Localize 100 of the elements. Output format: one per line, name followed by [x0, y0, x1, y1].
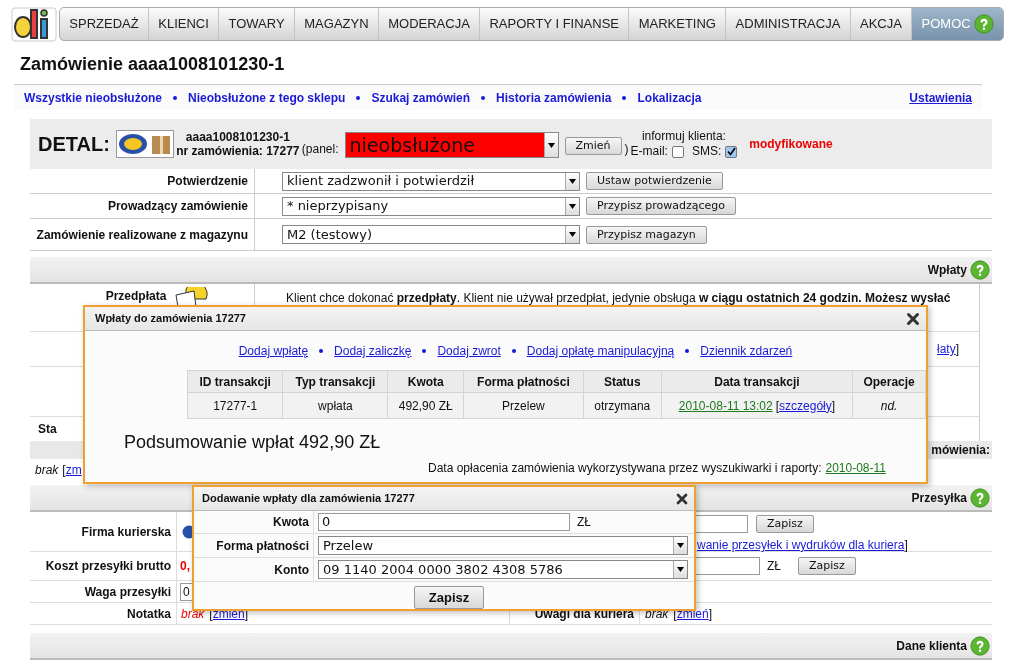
order-number: nr zamówienia: 17277 — [176, 144, 300, 158]
caret-icon — [543, 133, 558, 157]
field-label: Forma płatności — [216, 537, 309, 555]
action-link[interactable]: Dziennik zdarzeń — [700, 342, 793, 360]
nav-item[interactable]: TOWARY — [218, 7, 294, 40]
bracket-text: [ — [62, 462, 66, 479]
row-button[interactable]: Przypisz magazyn — [586, 225, 707, 244]
row-label: Potwierdzenie — [167, 174, 248, 188]
help-icon[interactable] — [970, 259, 990, 280]
section-title: Dane klienta — [896, 637, 967, 655]
date-link[interactable]: 2010-08-11 13:02 — [678, 396, 773, 415]
account-select[interactable]: 09 1140 2004 0000 3802 4308 5786 — [318, 560, 688, 579]
save-button[interactable]: Zapisz — [756, 515, 814, 533]
section-title: Przesyłka — [911, 489, 967, 507]
nav-item[interactable]: ADMINISTRACJA — [725, 7, 850, 40]
row-select[interactable]: klient zadzwonił i potwierdził — [282, 171, 580, 191]
currency-label: ZŁ — [577, 514, 591, 531]
notify-label: informuj klienta: — [641, 129, 726, 144]
sms-checkbox[interactable] — [725, 145, 738, 158]
sms-label: SMS: — [691, 144, 722, 159]
cost-value: 0, — [180, 558, 190, 575]
column-header: Operacje — [852, 370, 926, 393]
column-header: Typ transakcji — [282, 370, 388, 393]
save-button[interactable]: Zapisz — [798, 557, 856, 575]
nav-link[interactable]: Lokalizacja — [637, 88, 702, 107]
table-cell: otrzymana — [583, 392, 662, 419]
payment-method-select[interactable]: Przelew — [318, 536, 688, 555]
nav-item[interactable]: MODERACJA — [377, 7, 480, 40]
bracket-text: ] — [955, 341, 959, 358]
amount-field[interactable]: 0 — [318, 513, 570, 531]
action-link[interactable]: Dodaj opłatę manipulacyjną — [526, 342, 675, 360]
help-icon[interactable] — [970, 487, 990, 508]
caret-icon — [673, 561, 687, 578]
row-button[interactable]: Przypisz prowadzącego — [586, 197, 737, 215]
submit-button[interactable]: Zapisz — [413, 586, 485, 609]
currency-label: ZŁ — [767, 558, 781, 575]
prepayment-text: Klient chce dokonać przedpłaty. Klient nie używał przedpłat, jedynie obsługa w ciągu ostatnich 24 godzin. Możesz wysłać — [286, 291, 951, 305]
payment-date-note: Data opłacenia zamówienia wykorzystywana przez wyszukiwarki i raporty: — [428, 460, 822, 477]
order-code: aaaa1008101230-1 — [185, 130, 290, 144]
nav-item[interactable]: RAPORTY I FINANSE — [479, 7, 629, 40]
caret-icon — [565, 226, 579, 243]
link-fragment[interactable]: łaty — [936, 340, 956, 358]
detail-label: DETAL: — [38, 132, 110, 157]
help-icon[interactable] — [973, 13, 994, 34]
row-label: Waga przesyłki — [84, 583, 171, 601]
nav-item[interactable]: SPRZEDAŻ — [60, 7, 148, 40]
panel-select[interactable]: nieobsłużone — [344, 132, 559, 158]
table-cell: 492,90 ZŁ — [387, 392, 464, 419]
action-link[interactable]: Dodaj zwrot — [437, 342, 501, 360]
nav-item[interactable]: KLIENCI — [148, 7, 219, 40]
caret-icon — [565, 197, 579, 215]
payment-date-link[interactable]: 2010-08-11 — [825, 459, 886, 477]
row-label-fragment: Sta — [38, 421, 57, 438]
page-title: Zamówienie aaaa1008101230-1 — [20, 53, 286, 76]
row-label: Zamówienie realizowane z magazynu — [36, 227, 248, 242]
courier-logo-icon — [115, 130, 174, 158]
table-cell: nd. — [852, 392, 926, 419]
details-link[interactable]: szczegóły — [779, 396, 832, 415]
bracket-text: [ — [775, 397, 780, 415]
bracket-text: ] — [904, 537, 908, 554]
help-icon[interactable] — [970, 635, 990, 656]
table-cell: Przelew — [463, 392, 584, 419]
column-header: ID transakcji — [187, 370, 283, 393]
caret-icon — [565, 172, 579, 190]
field-label: Kwota — [273, 514, 309, 531]
nav-item[interactable]: MARKETING — [628, 7, 726, 40]
prepayment-label: Przedpłata — [105, 288, 167, 305]
field-label: Konto — [274, 561, 309, 579]
caret-icon — [673, 537, 687, 554]
row-button[interactable]: Ustaw potwierdzenie — [586, 172, 723, 190]
row-select[interactable]: M2 (testowy) — [282, 225, 580, 244]
nav-item[interactable]: MAGAZYN — [293, 7, 378, 40]
order-status: modyfikowane — [749, 136, 833, 153]
payments-summary: Podsumowanie wpłat 492,90 ZŁ — [124, 431, 382, 453]
change-button[interactable]: Zmień — [564, 137, 622, 155]
nav-link[interactable]: Wszystkie nieobsłużone — [24, 88, 163, 107]
nav-link[interactable]: Szukaj zamówień — [371, 88, 471, 107]
dialog-title: Wpłaty do zamówienia 17277 — [95, 311, 246, 327]
row-label: Prowadzący zamówienie — [107, 199, 248, 213]
column-header: Data transakcji — [661, 370, 853, 393]
email-checkbox[interactable] — [671, 145, 684, 158]
action-link[interactable]: Dodaj zaliczkę — [334, 342, 412, 360]
column-header: Forma płatności — [463, 370, 584, 393]
dialog-title: Dodawanie wpłaty dla zamówienia 17277 — [202, 491, 415, 507]
row-select[interactable]: * nieprzypisany — [282, 196, 580, 216]
action-link[interactable]: Dodaj wpłatę — [238, 342, 309, 360]
row-label: Firma kurierska — [81, 523, 171, 541]
settings-link[interactable]: Ustawienia — [909, 88, 972, 107]
panel-bracket: ) — [624, 141, 629, 158]
logo[interactable] — [11, 4, 57, 43]
nav-link[interactable]: Nieobsłużone z tego sklepu — [188, 88, 346, 107]
note-value: brak — [35, 462, 59, 479]
nav-link[interactable]: Historia zamówienia — [496, 88, 612, 107]
row-label: Notatka — [127, 605, 171, 623]
note-value: brak — [181, 605, 205, 623]
subsection-title: mówienia: — [931, 442, 990, 459]
bracket-text: ] — [708, 605, 713, 623]
bracket-text: ] — [831, 397, 836, 415]
column-header: Kwota — [387, 370, 464, 393]
section-title: Wpłaty — [927, 261, 967, 279]
